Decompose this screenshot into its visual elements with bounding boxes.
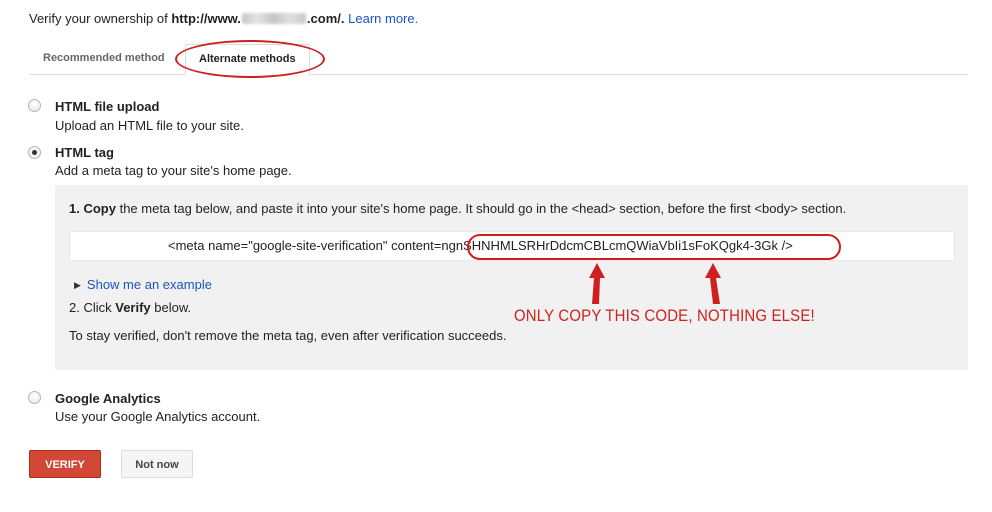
option-title-html-file-upload[interactable]: HTML file upload bbox=[55, 99, 159, 114]
header-prefix: Verify your ownership of bbox=[29, 11, 172, 26]
learn-more-link[interactable]: Learn more. bbox=[348, 11, 418, 26]
radio-html-tag[interactable] bbox=[28, 146, 41, 159]
option-desc-google-analytics: Use your Google Analytics account. bbox=[55, 409, 261, 424]
redacted-domain bbox=[241, 13, 306, 24]
option-title-html-tag[interactable]: HTML tag bbox=[55, 145, 114, 160]
radio-html-file-upload[interactable] bbox=[28, 99, 41, 112]
step-2-text: 2. Click Verify below. bbox=[69, 300, 192, 315]
annotation-text: ONLY COPY THIS CODE, NOTHING ELSE! bbox=[514, 306, 815, 325]
annotation-arrows bbox=[589, 263, 721, 304]
annotation-circle-tab bbox=[175, 40, 325, 78]
site-url: http://www. .com/. bbox=[171, 11, 345, 26]
stay-verified-note: To stay verified, don't remove the meta … bbox=[69, 328, 507, 343]
method-tabs: Recommended method Alternate methods bbox=[30, 44, 968, 75]
verify-button[interactable]: VERIFY bbox=[29, 450, 101, 478]
verify-ownership-header: Verify your ownership of http://www. .com… bbox=[29, 11, 418, 26]
show-example-toggle[interactable]: ▶ Show me an example bbox=[74, 277, 212, 292]
triangle-right-icon: ▶ bbox=[74, 280, 81, 290]
arrow-up-icon bbox=[705, 263, 721, 304]
option-title-google-analytics[interactable]: Google Analytics bbox=[55, 391, 161, 406]
arrow-up-icon bbox=[589, 263, 605, 304]
step-1-text: 1. Copy the meta tag below, and paste it… bbox=[69, 201, 847, 216]
not-now-button[interactable]: Not now bbox=[121, 450, 193, 478]
radio-google-analytics[interactable] bbox=[28, 391, 41, 404]
tab-recommended-method[interactable]: Recommended method bbox=[30, 44, 178, 73]
option-desc-html-tag: Add a meta tag to your site's home page. bbox=[55, 163, 292, 178]
annotation-circle-code bbox=[467, 234, 841, 260]
option-desc-html-file-upload: Upload an HTML file to your site. bbox=[55, 118, 244, 133]
